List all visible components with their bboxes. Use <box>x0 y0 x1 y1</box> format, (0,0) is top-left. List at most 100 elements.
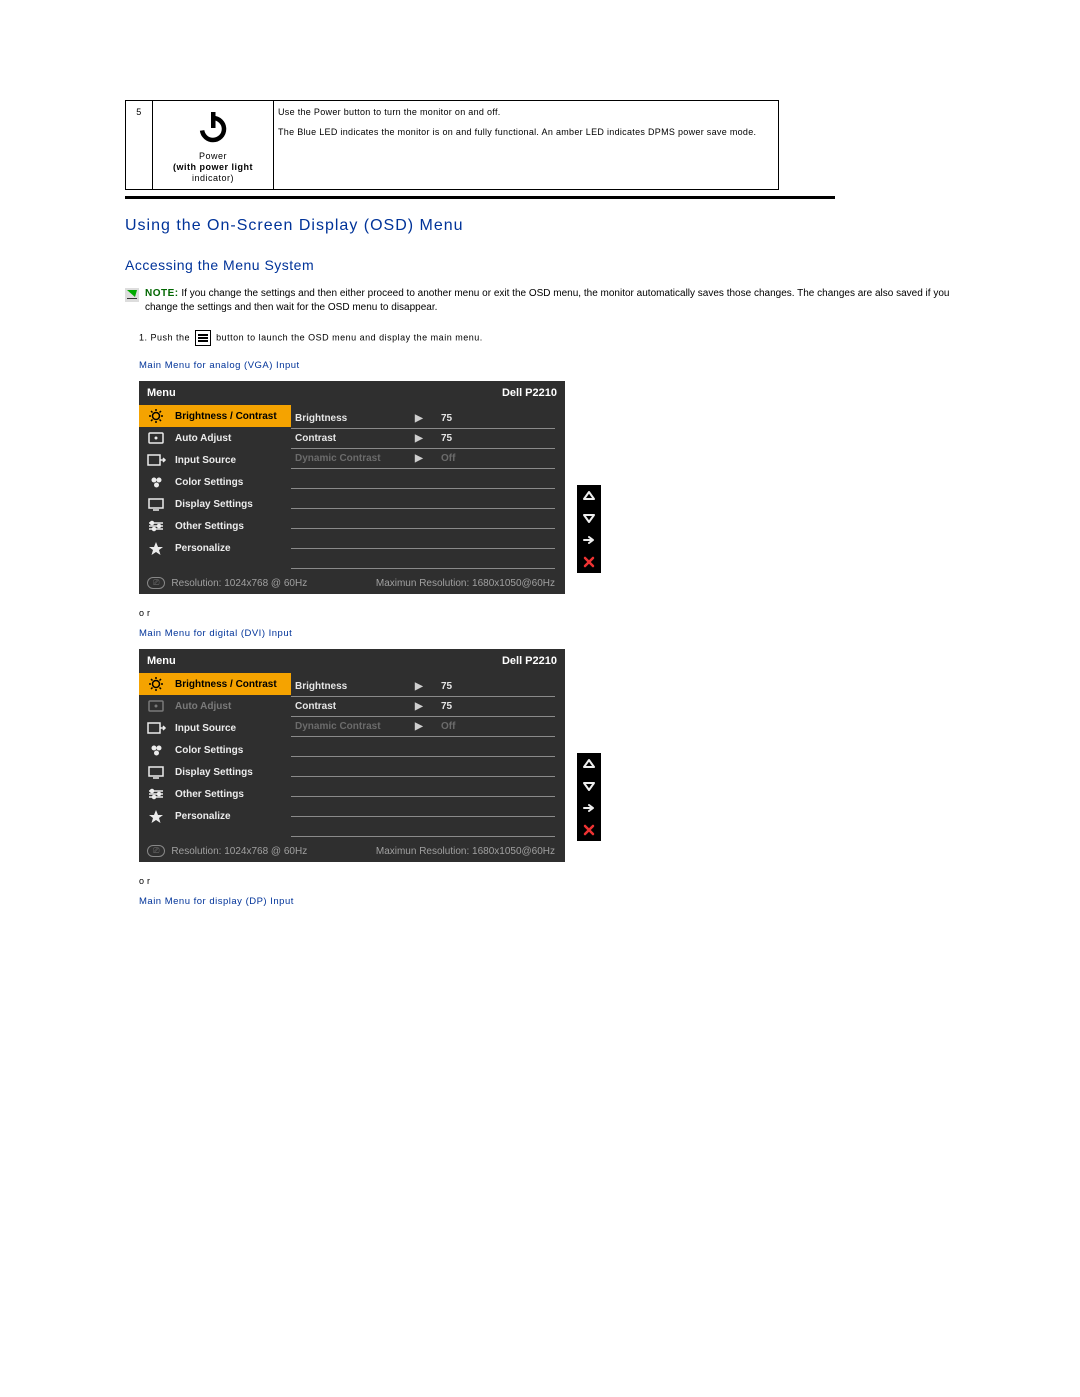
osd-menu-item[interactable]: Color Settings <box>139 471 291 493</box>
osd-title-model: Dell P2210 <box>502 655 557 667</box>
note-label: NOTE: <box>145 288 179 299</box>
osd-menu-label: Other Settings <box>175 521 244 532</box>
power-icon <box>195 109 231 145</box>
osd-menu-item[interactable]: Color Settings <box>139 739 291 761</box>
osd-menu-label: Brightness / Contrast <box>175 411 277 422</box>
osd-panel-vga-wrap: Menu Dell P2210 Brightness / Contrast Au… <box>139 381 955 594</box>
caption-vga: Main Menu for analog (VGA) Input <box>139 360 955 371</box>
caption-dp: Main Menu for display (DP) Input <box>139 896 955 907</box>
osd-right-panel: Brightness ▶ 75 Contrast ▶ 75 Dynamic Co… <box>291 673 565 841</box>
osd-submenu-row-empty: . <box>291 469 555 489</box>
osd-nav-exit-button[interactable] <box>577 819 601 841</box>
display-settings-icon <box>145 496 167 512</box>
osd-title-bar: Menu Dell P2210 <box>139 649 565 673</box>
note-body: If you change the settings and then eith… <box>145 288 949 313</box>
osd-row-label: Dynamic Contrast <box>291 453 415 464</box>
osd-menu-item[interactable]: Personalize <box>139 537 291 559</box>
power-button-table: 5 Power (with power light indicator) Use… <box>125 100 779 190</box>
osd-row-label: Contrast <box>291 701 415 712</box>
osd-menu-item[interactable]: Auto Adjust <box>139 427 291 449</box>
osd-title-bar: Menu Dell P2210 <box>139 381 565 405</box>
osd-menu-item[interactable]: Other Settings <box>139 515 291 537</box>
osd-menu-label: Color Settings <box>175 477 243 488</box>
osd-nav-up-button[interactable] <box>577 753 601 775</box>
osd-row-value: 75 <box>433 413 481 424</box>
osd-left-menu: Brightness / Contrast Auto Adjust Input … <box>139 673 291 841</box>
osd-submenu-row-empty: . <box>291 797 555 817</box>
osd-nav-down-button[interactable] <box>577 507 601 529</box>
osd-submenu-row-empty: . <box>291 549 555 569</box>
osd-menu-item[interactable]: Other Settings <box>139 783 291 805</box>
color-settings-icon <box>145 742 167 758</box>
osd-menu-label: Personalize <box>175 543 231 554</box>
osd-submenu-row[interactable]: Contrast ▶ 75 <box>291 697 555 717</box>
triangle-right-icon: ▶ <box>415 453 433 464</box>
osd-row-value: 75 <box>433 701 481 712</box>
personalize-icon <box>145 540 167 556</box>
osd-row-value: 75 <box>433 681 481 692</box>
osd-submenu-row[interactable]: Contrast ▶ 75 <box>291 429 555 449</box>
osd-menu-label: Personalize <box>175 811 231 822</box>
note-block: NOTE: If you change the settings and the… <box>125 287 955 314</box>
menu-icon <box>195 330 211 346</box>
osd-side-buttons-dvi <box>577 753 601 841</box>
heading-accessing: Accessing the Menu System <box>125 257 955 273</box>
osd-menu-label: Color Settings <box>175 745 243 756</box>
osd-footer: ⎚ Resolution: 1024x768 @ 60Hz Maximun Re… <box>139 841 565 862</box>
osd-left-menu: Brightness / Contrast Auto Adjust Input … <box>139 405 291 573</box>
osd-footer-res: Resolution: 1024x768 @ 60Hz <box>171 846 307 857</box>
osd-nav-down-button[interactable] <box>577 775 601 797</box>
osd-title-menu: Menu <box>147 387 176 399</box>
osd-menu-item[interactable]: Brightness / Contrast <box>139 673 291 695</box>
step-1: 1. Push the button to launch the OSD men… <box>125 330 955 346</box>
auto-adjust-icon <box>145 698 167 714</box>
osd-menu-label: Display Settings <box>175 767 253 778</box>
osd-menu-item[interactable]: Brightness / Contrast <box>139 405 291 427</box>
osd-submenu-row-empty: . <box>291 777 555 797</box>
osd-footer: ⎚ Resolution: 1024x768 @ 60Hz Maximun Re… <box>139 573 565 594</box>
power-desc-p1: Use the Power button to turn the monitor… <box>278 107 774 117</box>
power-label-3: indicator) <box>157 173 269 184</box>
input-source-icon <box>145 720 167 736</box>
osd-footer-max: Maximun Resolution: 1680x1050@60Hz <box>376 846 555 857</box>
power-label-1: Power <box>157 151 269 162</box>
row-number: 5 <box>126 101 153 190</box>
osd-menu-label: Other Settings <box>175 789 244 800</box>
or-text-1: or <box>139 608 955 618</box>
osd-panel-dvi-wrap: Menu Dell P2210 Brightness / Contrast Au… <box>139 649 955 862</box>
power-icon-cell: Power (with power light indicator) <box>153 101 274 190</box>
osd-submenu-row-empty: . <box>291 529 555 549</box>
osd-row-label: Brightness <box>291 413 415 424</box>
triangle-right-icon: ▶ <box>415 681 433 692</box>
triangle-right-icon: ▶ <box>415 413 433 424</box>
osd-submenu-row[interactable]: Brightness ▶ 75 <box>291 677 555 697</box>
osd-menu-item[interactable]: Auto Adjust <box>139 695 291 717</box>
osd-submenu-row-empty: . <box>291 817 555 837</box>
osd-nav-enter-button[interactable] <box>577 529 601 551</box>
caption-dvi: Main Menu for digital (DVI) Input <box>139 628 955 639</box>
osd-menu-item[interactable]: Display Settings <box>139 761 291 783</box>
osd-row-label: Brightness <box>291 681 415 692</box>
osd-submenu-row[interactable]: Brightness ▶ 75 <box>291 409 555 429</box>
osd-menu-label: Display Settings <box>175 499 253 510</box>
osd-menu-item[interactable]: Input Source <box>139 449 291 471</box>
osd-footer-max: Maximun Resolution: 1680x1050@60Hz <box>376 578 555 589</box>
osd-nav-exit-button[interactable] <box>577 551 601 573</box>
osd-submenu-row[interactable]: Dynamic Contrast ▶ Off <box>291 449 555 469</box>
osd-nav-up-button[interactable] <box>577 485 601 507</box>
osd-submenu-row[interactable]: Dynamic Contrast ▶ Off <box>291 717 555 737</box>
osd-menu-item[interactable]: Input Source <box>139 717 291 739</box>
triangle-right-icon: ▶ <box>415 721 433 732</box>
osd-menu-item[interactable]: Personalize <box>139 805 291 827</box>
step1-pre: 1. Push the <box>139 333 193 343</box>
osd-side-buttons-vga <box>577 485 601 573</box>
osd-submenu-row-empty: . <box>291 509 555 529</box>
osd-nav-enter-button[interactable] <box>577 797 601 819</box>
osd-right-panel: Brightness ▶ 75 Contrast ▶ 75 Dynamic Co… <box>291 405 565 573</box>
osd-menu-item[interactable]: Display Settings <box>139 493 291 515</box>
other-settings-icon <box>145 518 167 534</box>
power-description: Use the Power button to turn the monitor… <box>274 101 779 190</box>
osd-row-value: Off <box>433 453 481 464</box>
osd-submenu-row-empty: . <box>291 489 555 509</box>
brightness-icon <box>145 408 167 424</box>
